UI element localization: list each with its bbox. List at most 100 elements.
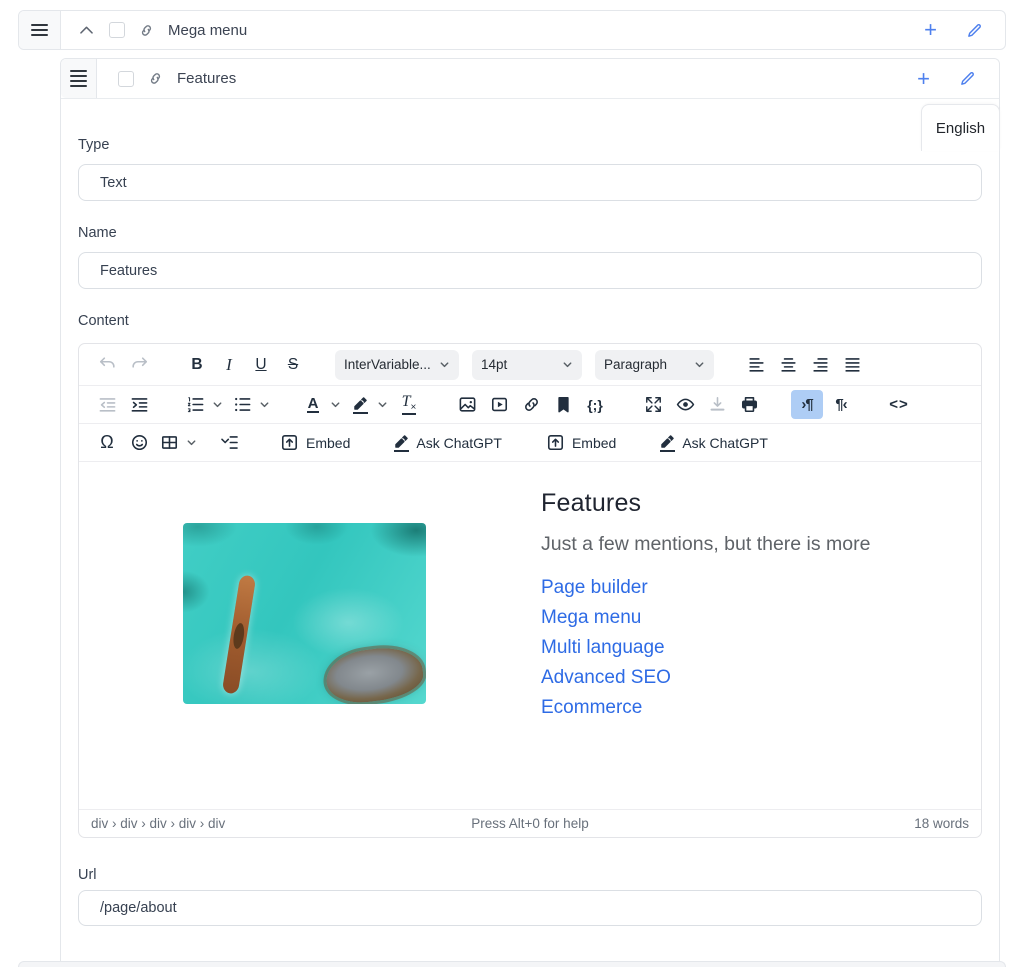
ordered-list-button[interactable] (181, 390, 209, 419)
fullscreen-button[interactable] (637, 390, 669, 419)
bold-icon: B (191, 355, 203, 373)
emoji-button[interactable] (123, 428, 155, 457)
content-link-mega-menu[interactable]: Mega menu (541, 603, 641, 633)
highlight-pen-icon (352, 396, 368, 414)
element-path[interactable]: div › div › div › div › div (91, 816, 361, 831)
table-dropdown[interactable] (183, 437, 200, 448)
word-count[interactable]: 18 words (699, 816, 969, 831)
content-link-page-builder[interactable]: Page builder (541, 573, 648, 603)
add-child-button[interactable]: + (907, 67, 940, 90)
ordered-list-dropdown[interactable] (209, 399, 226, 410)
insert-image-button[interactable] (451, 390, 483, 419)
embed-icon (281, 434, 298, 451)
underline-icon: U (255, 355, 267, 373)
clear-formatting-button[interactable]: T× (393, 390, 425, 419)
redo-button[interactable] (123, 350, 155, 379)
content-text-column: Features Just a few mentions, but there … (541, 489, 870, 809)
highlight-color-dropdown[interactable] (374, 399, 391, 410)
link-icon (138, 22, 155, 39)
insert-media-button[interactable] (483, 390, 515, 419)
content-link-multi-language[interactable]: Multi language (541, 633, 665, 663)
toolbar-row-2: A T× {;} ›¶ ¶‹ <> (79, 386, 981, 424)
add-child-button[interactable]: + (914, 19, 947, 41)
content-photo-lagoon-boat[interactable] (183, 523, 426, 704)
align-justify-button[interactable] (836, 350, 868, 379)
print-button[interactable] (733, 390, 765, 419)
ltr-button[interactable]: ›¶ (791, 390, 823, 419)
pen-icon (660, 434, 676, 452)
strikethrough-button[interactable]: S (277, 350, 309, 379)
align-left-button[interactable] (740, 350, 772, 379)
line-height-icon (220, 436, 238, 449)
block-format-select[interactable]: Paragraph (595, 349, 714, 380)
indent-button[interactable] (123, 390, 155, 419)
chevron-down-icon (260, 402, 269, 408)
content-label: Content (78, 313, 129, 329)
drag-handle[interactable] (61, 59, 97, 98)
undo-icon (99, 357, 115, 368)
underline-button[interactable]: U (245, 350, 277, 379)
drag-handle[interactable] (19, 11, 61, 49)
rtl-icon: ¶‹ (835, 396, 847, 413)
bold-button[interactable]: B (181, 350, 213, 379)
mega-menu-title: Mega menu (168, 21, 248, 39)
insert-link-button[interactable] (515, 390, 547, 419)
special-character-button[interactable]: Ω (91, 428, 123, 457)
content-subheading[interactable]: Just a few mentions, but there is more (541, 533, 870, 556)
content-heading[interactable]: Features (541, 489, 870, 518)
table-combo (155, 428, 200, 457)
align-right-button[interactable] (804, 350, 836, 379)
next-menu-row-partial[interactable] (18, 961, 1006, 967)
code-sample-button[interactable]: {;} (579, 390, 611, 419)
rtl-button[interactable]: ¶‹ (825, 390, 857, 419)
bookmark-button[interactable] (547, 390, 579, 419)
media-icon (491, 397, 507, 412)
ask-chatgpt-button-1[interactable]: Ask ChatGPT (385, 428, 511, 457)
pencil-icon (968, 23, 981, 37)
embed-button-1[interactable]: Embed (271, 428, 359, 457)
features-title: Features (177, 70, 237, 87)
editor-statusbar: div › div › div › div › div Press Alt+0 … (79, 809, 981, 837)
chevron-down-icon (187, 440, 196, 446)
indent-icon (131, 398, 147, 412)
url-input[interactable]: /page/about (78, 890, 982, 926)
emoji-icon (131, 434, 147, 451)
toolbar-row-1: B I U S InterVariable... 14pt Paragraph (79, 344, 981, 386)
undo-button[interactable] (91, 350, 123, 379)
collapse-button[interactable] (77, 21, 96, 40)
preview-button[interactable] (669, 390, 701, 419)
table-button[interactable] (155, 428, 183, 457)
language-tab-english[interactable]: English (921, 104, 1000, 151)
highlight-color-button[interactable] (346, 390, 374, 419)
ltr-icon: ›¶ (801, 396, 813, 413)
content-link-advanced-seo[interactable]: Advanced SEO (541, 663, 671, 693)
eye-icon (676, 398, 694, 411)
edit-button[interactable] (960, 22, 989, 39)
mega-menu-checkbox[interactable] (109, 22, 125, 38)
save-button[interactable] (701, 390, 733, 419)
embed-button-2[interactable]: Embed (537, 428, 625, 457)
content-link-ecommerce[interactable]: Ecommerce (541, 693, 642, 723)
rock-shape (323, 643, 426, 704)
ask-chatgpt-button-2[interactable]: Ask ChatGPT (651, 428, 777, 457)
features-checkbox[interactable] (118, 70, 134, 87)
font-size-select[interactable]: 14pt (472, 349, 582, 380)
italic-button[interactable]: I (213, 350, 245, 379)
menu-editor-page: Mega menu + Features + English Type Text… (0, 0, 1024, 967)
name-input[interactable]: Features (78, 252, 982, 289)
type-input[interactable]: Text (78, 164, 982, 201)
text-color-dropdown[interactable] (327, 399, 344, 410)
edit-button[interactable] (953, 70, 982, 87)
bullet-list-dropdown[interactable] (256, 399, 273, 410)
text-color-button[interactable]: A (299, 390, 327, 419)
outdent-button[interactable] (91, 390, 123, 419)
toolbar-row-3: Ω Embed Ask ChatGPT Embed Ask ChatGPT (79, 424, 981, 462)
url-label: Url (78, 867, 97, 883)
editor-content-area[interactable]: Features Just a few mentions, but there … (79, 462, 981, 809)
bullet-list-button[interactable] (228, 390, 256, 419)
align-center-button[interactable] (772, 350, 804, 379)
source-code-button[interactable]: <> (883, 390, 915, 419)
outdent-icon (99, 398, 115, 412)
font-family-select[interactable]: InterVariable... (335, 349, 459, 380)
line-height-button[interactable] (213, 428, 245, 457)
